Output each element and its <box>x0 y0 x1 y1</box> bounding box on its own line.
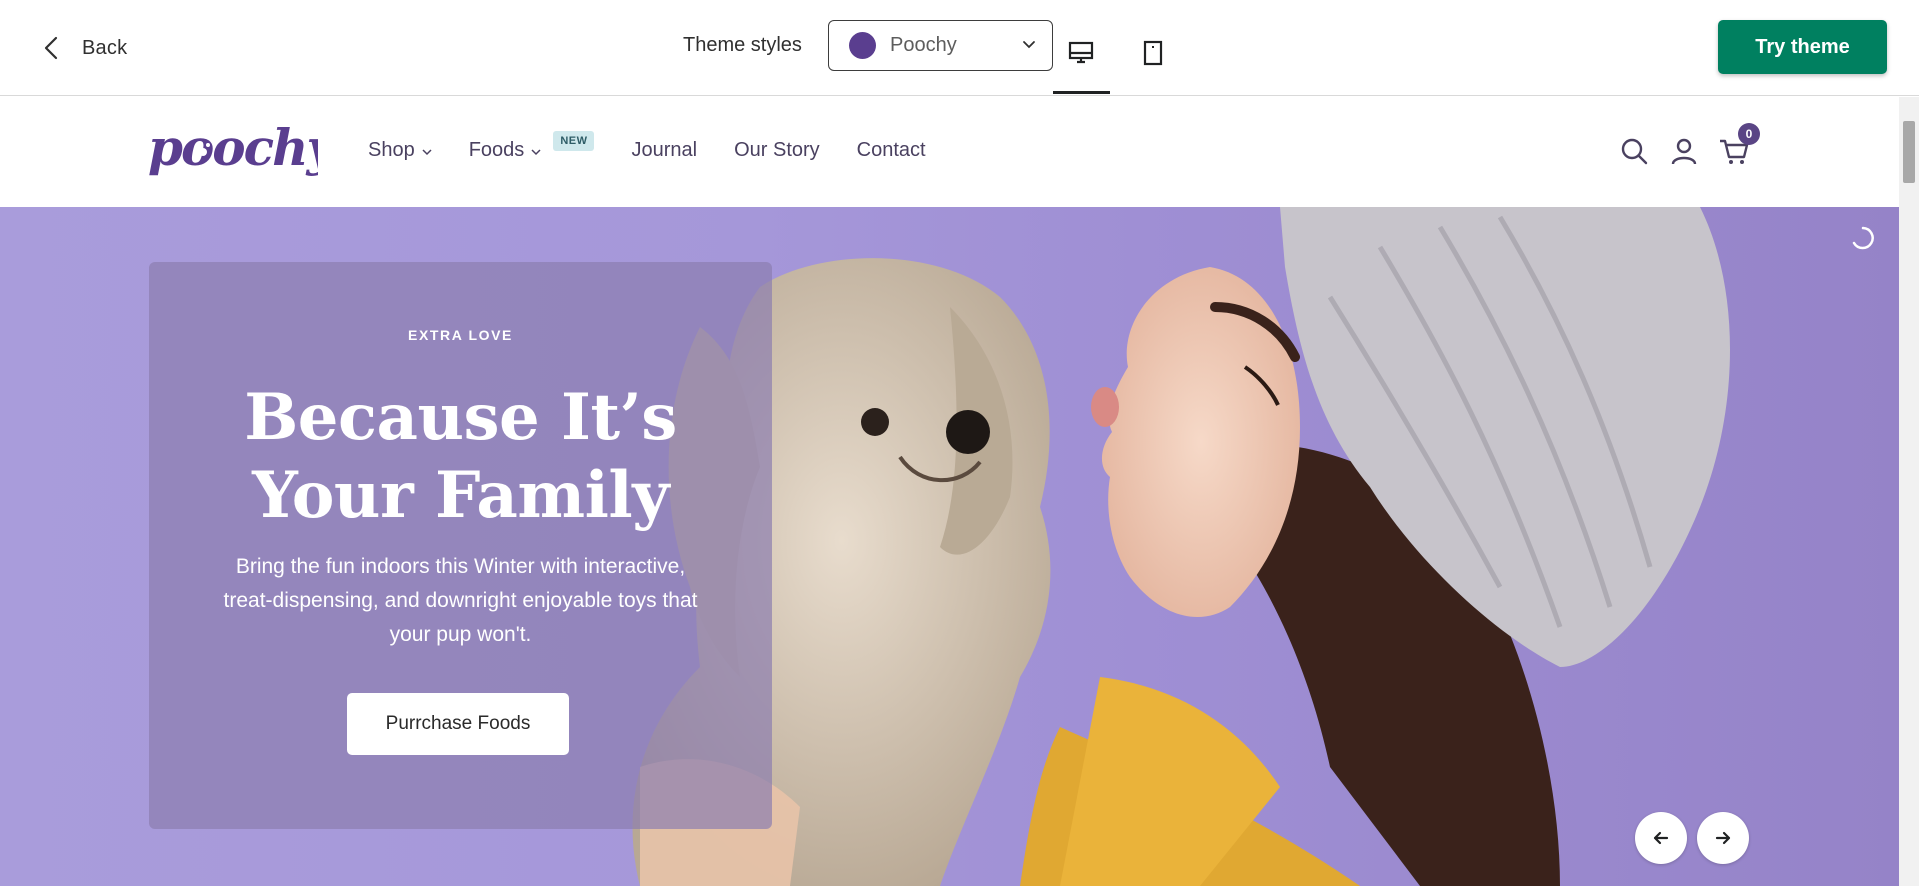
purchase-foods-button[interactable]: Purrchase Foods <box>347 693 569 755</box>
new-badge: NEW <box>553 130 595 151</box>
hero-eyebrow: EXTRA LOVE <box>408 327 513 343</box>
nav-item-shop[interactable]: Shop <box>368 139 432 162</box>
cart-button[interactable]: 0 <box>1718 123 1760 167</box>
loading-spinner-icon <box>1852 226 1874 250</box>
poochy-logo[interactable]: poochy <box>148 119 318 183</box>
cart-count-badge: 0 <box>1738 123 1760 145</box>
search-button[interactable] <box>1618 135 1650 167</box>
hero-description: Bring the fun indoors this Winter with i… <box>223 555 698 646</box>
desktop-view-button[interactable] <box>1064 36 1098 70</box>
search-icon <box>1621 138 1648 165</box>
theme-style-select[interactable]: Poochy <box>828 20 1053 71</box>
chevron-down-icon <box>1023 41 1035 49</box>
hero-card: EXTRA LOVE Because It’s Your Family Brin… <box>149 262 772 829</box>
hero-title: Because It’s Your Family <box>244 380 677 533</box>
try-theme-button[interactable]: Try theme <box>1718 20 1887 74</box>
site-header: poochy Shop Foods NEW Journal Our Story … <box>0 97 1899 207</box>
back-label: Back <box>82 36 128 59</box>
account-button[interactable] <box>1668 135 1700 167</box>
header-actions: 0 <box>1618 123 1768 167</box>
theme-styles-label: Theme styles <box>683 34 802 56</box>
account-icon <box>1671 138 1697 165</box>
theme-style-value: Poochy <box>890 34 957 56</box>
preview-scrollbar[interactable] <box>1899 97 1919 886</box>
nav-item-journal[interactable]: Journal <box>631 139 697 162</box>
scrollbar-thumb[interactable] <box>1903 121 1915 183</box>
theme-preview-frame: poochy Shop Foods NEW Journal Our Story … <box>0 97 1899 886</box>
preview-toolbar: Back Theme styles Poochy Try theme <box>0 0 1919 96</box>
tablet-icon <box>1143 40 1163 66</box>
nav-label: Journal <box>631 139 698 161</box>
style-color-swatch <box>849 32 876 59</box>
nav-item-foods[interactable]: Foods NEW <box>468 130 595 162</box>
main-nav: Shop Foods NEW Journal Our Story Contact <box>368 130 963 162</box>
active-device-indicator <box>1053 91 1110 94</box>
nav-label: Our Story <box>734 139 820 161</box>
slide-next-button[interactable] <box>1697 812 1749 864</box>
nav-item-contact[interactable]: Contact <box>857 139 926 162</box>
tablet-view-button[interactable] <box>1136 36 1170 70</box>
nav-label: Foods <box>468 139 525 161</box>
arrow-right-icon <box>1715 831 1731 845</box>
chevron-left-icon <box>44 36 58 60</box>
back-button[interactable]: Back <box>40 30 127 66</box>
nav-label: Contact <box>856 139 926 161</box>
nav-item-our-story[interactable]: Our Story <box>734 139 820 162</box>
hero-slideshow: EXTRA LOVE Because It’s Your Family Brin… <box>0 207 1899 886</box>
svg-text:poochy: poochy <box>148 119 318 177</box>
arrow-left-icon <box>1653 831 1669 845</box>
slide-prev-button[interactable] <box>1635 812 1687 864</box>
chevron-down-icon <box>422 148 432 155</box>
nav-label: Shop <box>368 139 415 161</box>
chevron-down-icon <box>531 148 541 155</box>
desktop-icon <box>1068 41 1094 64</box>
